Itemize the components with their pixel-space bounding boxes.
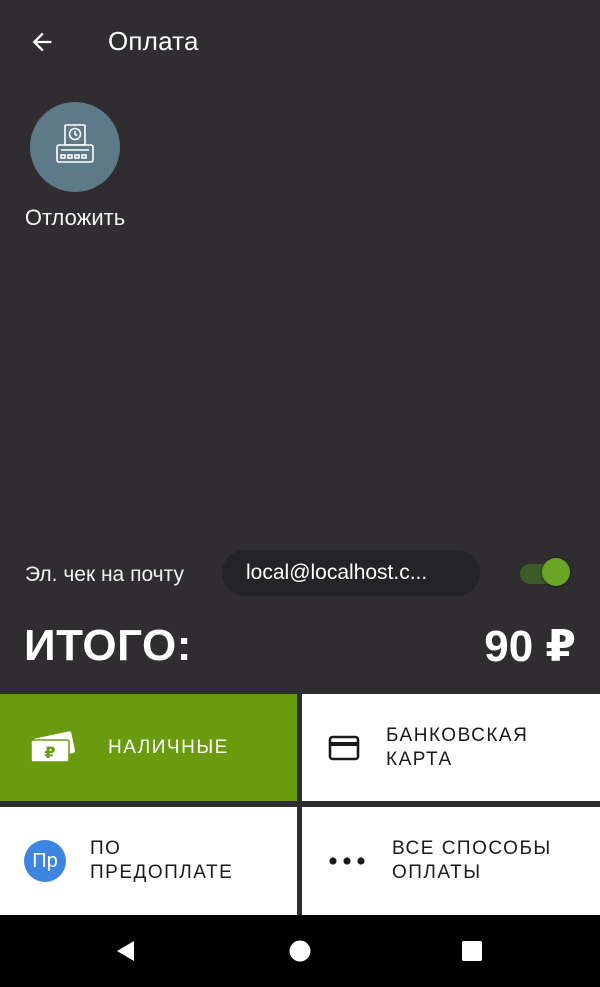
pay-card-button[interactable]: БАНКОВСКАЯ КАРТА [302,694,600,801]
email-receipt-toggle[interactable] [520,558,570,586]
pay-all-methods-label: ВСЕ СПОСОБЫ ОПЛАТЫ [392,838,552,883]
email-value: local@localhost.c... [246,561,428,584]
nav-back-triangle-icon [117,941,134,961]
defer-icon-circle [30,102,120,192]
nav-home-circle-icon [289,940,311,962]
receipt-printer-clock-icon [56,124,94,163]
cash-ruble-icon: ₽ [30,730,76,763]
pay-prepaid-label: ПО ПРЕДОПЛАТЕ [90,838,234,883]
toggle-knob [542,558,570,586]
pay-card-label: БАНКОВСКАЯ КАРТА [386,724,529,770]
back-button[interactable] [20,22,64,62]
payment-methods-grid: ₽ НАЛИЧНЫЕ БАНКОВСКАЯ КАРТА Пр ПО ПРЕДОП… [0,694,600,915]
email-receipt-row: Эл. чек на почту local@localhost.c... [0,550,600,600]
defer-label: Отложить [24,205,126,230]
nav-home-button[interactable] [260,915,340,987]
arrow-left-icon [32,32,52,52]
nav-recents-button[interactable] [432,915,512,987]
defer-button[interactable]: Отложить [20,102,130,232]
total-value: 90 ₽ [484,622,576,671]
email-receipt-label: Эл. чек на почту [25,563,184,586]
app-bar: Оплата [0,0,600,84]
nav-back-button[interactable] [86,915,166,987]
prepaid-badge-icon: Пр [24,840,66,882]
pay-prepaid-button[interactable]: Пр ПО ПРЕДОПЛАТЕ [0,807,297,915]
total-label: ИТОГО: [24,621,192,670]
system-nav-bar [0,915,600,987]
svg-text:₽: ₽ [44,743,55,762]
pay-cash-button[interactable]: ₽ НАЛИЧНЫЕ [0,694,297,801]
more-dots-icon [329,857,365,865]
pay-cash-label: НАЛИЧНЫЕ [108,736,229,758]
email-field[interactable]: local@localhost.c... [222,550,480,596]
credit-card-icon [328,735,360,760]
nav-recents-square-icon [462,941,482,961]
page-title: Оплата [108,26,199,56]
pay-all-methods-button[interactable]: ВСЕ СПОСОБЫ ОПЛАТЫ [302,807,600,915]
payment-screen: Оплата Отложить Эл. чек на почту local@l… [0,0,600,987]
